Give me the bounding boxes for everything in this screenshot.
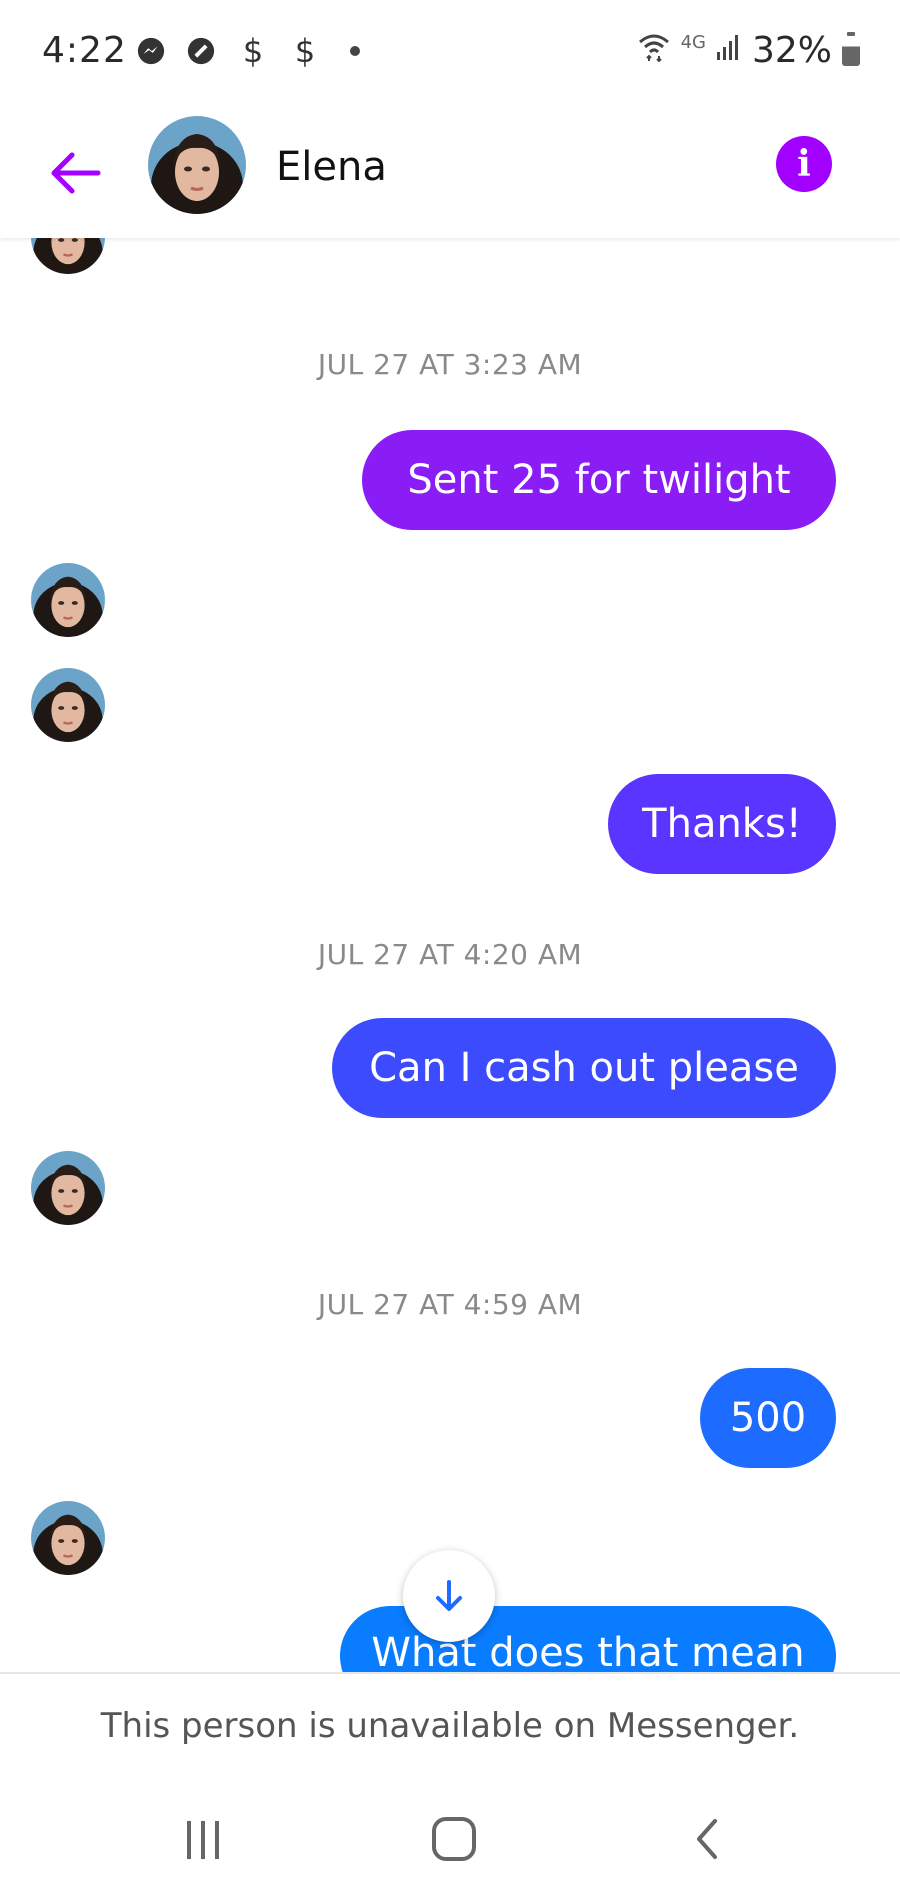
scroll-to-bottom-button[interactable] (403, 1550, 495, 1642)
battery-percent: 32% (751, 30, 832, 71)
arrow-down-icon (436, 1580, 462, 1611)
message-bubble-sent[interactable]: Thanks! (608, 774, 836, 874)
conversation-header: Elena i (0, 108, 900, 238)
message-bubble-sent[interactable]: 500 (700, 1368, 836, 1468)
message-timestamp: JUL 27 AT 3:23 AM (317, 348, 583, 381)
battery-icon (842, 31, 860, 66)
unavailable-notice-bar: This person is unavailable on Messenger. (0, 1672, 900, 1784)
contact-avatar-small (31, 238, 105, 274)
contact-avatar-small (31, 563, 105, 637)
messenger-icon (136, 36, 166, 66)
message-timestamp: JUL 27 AT 4:59 AM (317, 1288, 583, 1321)
network-type: 4G (680, 32, 706, 53)
contact-avatar-small (31, 668, 105, 742)
contact-avatar[interactable] (148, 116, 246, 214)
recents-icon[interactable] (163, 1804, 243, 1874)
dollar-icon: $ (242, 32, 264, 70)
info-icon[interactable]: i (776, 136, 832, 192)
no-disturb-icon (186, 36, 216, 66)
message-bubble-sent[interactable]: Sent 25 for twilight (362, 430, 836, 530)
contact-name[interactable]: Elena (276, 144, 387, 190)
status-right: 4G 32% (637, 30, 860, 71)
back-icon[interactable] (667, 1804, 747, 1874)
dot-icon (340, 36, 370, 66)
message-list[interactable]: JUL 27 AT 3:23 AM Sent 25 for twilight T… (0, 238, 900, 1672)
message-bubble-sent[interactable]: Can I cash out please (332, 1018, 836, 1118)
home-icon[interactable] (414, 1804, 494, 1874)
unavailable-notice: This person is unavailable on Messenger. (100, 1706, 800, 1746)
back-arrow-icon[interactable] (40, 138, 110, 208)
dollar-icon: $ (294, 32, 316, 70)
status-time: 4:22 (42, 30, 127, 71)
contact-avatar-small (31, 1151, 105, 1225)
wifi-icon (637, 30, 671, 71)
status-bar: 4:22 $ $ 4G 32% (0, 0, 900, 108)
contact-avatar-small (31, 1501, 105, 1575)
system-nav-bar (0, 1782, 900, 1900)
message-timestamp: JUL 27 AT 4:20 AM (317, 938, 583, 971)
signal-icon (716, 30, 742, 71)
